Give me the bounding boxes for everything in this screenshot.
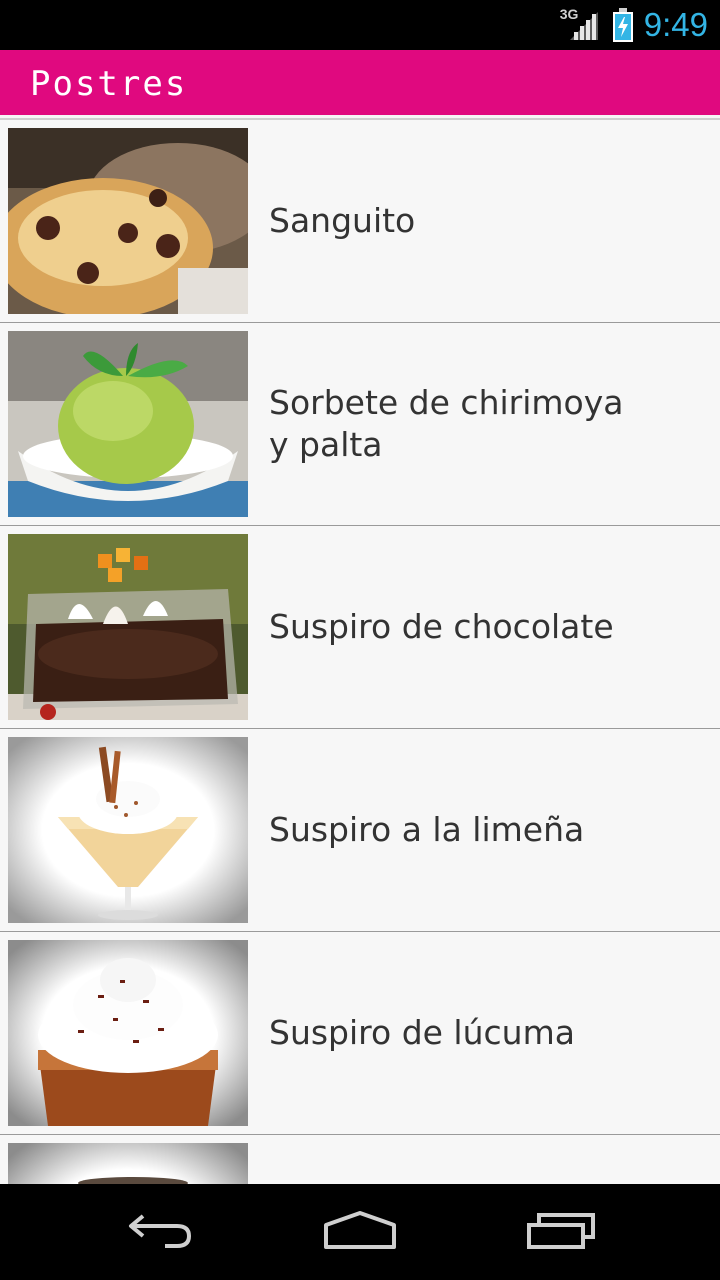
dessert-thumbnail-suspiro-limena xyxy=(8,737,248,923)
list-item-label: Suspiro a la limeña xyxy=(269,810,585,849)
battery-charging-icon xyxy=(612,8,634,42)
list-item-label: Sorbete de chirimoya y palta xyxy=(269,383,624,464)
clock: 9:49 xyxy=(643,6,708,43)
home-button[interactable] xyxy=(300,1202,420,1262)
signal-icon: 3G xyxy=(560,6,602,44)
back-icon xyxy=(125,1210,195,1254)
dessert-thumbnail-suspiro-lucuma xyxy=(8,940,248,1126)
status-icons: 3G 9:49 xyxy=(560,6,708,44)
dessert-thumbnail-suspiro-chocolate xyxy=(8,534,248,720)
list-item[interactable]: Suspiro de chocolate xyxy=(0,526,720,729)
navigation-bar xyxy=(0,1184,720,1280)
list-item-label xyxy=(269,1135,650,1184)
home-icon xyxy=(322,1209,398,1255)
recent-apps-button[interactable] xyxy=(502,1202,622,1262)
page-title: Postres xyxy=(30,64,188,104)
network-type-label: 3G xyxy=(559,6,579,22)
action-bar: Postres xyxy=(0,50,720,115)
list-item-label: Sanguito xyxy=(269,201,416,240)
list-item[interactable]: Sorbete de chirimoya y palta xyxy=(0,323,720,526)
list-item[interactable]: Suspiro a la limeña xyxy=(0,729,720,932)
status-bar: 3G 9:49 xyxy=(0,0,720,50)
list-item[interactable]: Suspiro de lúcuma xyxy=(0,932,720,1135)
dessert-thumbnail-partial xyxy=(8,1143,248,1184)
list-item[interactable]: Sanguito xyxy=(0,120,720,323)
dessert-thumbnail-sorbete xyxy=(8,331,248,517)
dessert-list[interactable]: Sanguito Sorbete de chirimoya y palta Su… xyxy=(0,118,720,1184)
list-item-label: Suspiro de chocolate xyxy=(269,607,614,646)
recent-apps-icon xyxy=(525,1209,599,1255)
list-item-label: Suspiro de lúcuma xyxy=(269,1013,575,1052)
back-button[interactable] xyxy=(100,1202,220,1262)
dessert-thumbnail-sanguito xyxy=(8,128,248,314)
list-item[interactable] xyxy=(0,1135,720,1184)
